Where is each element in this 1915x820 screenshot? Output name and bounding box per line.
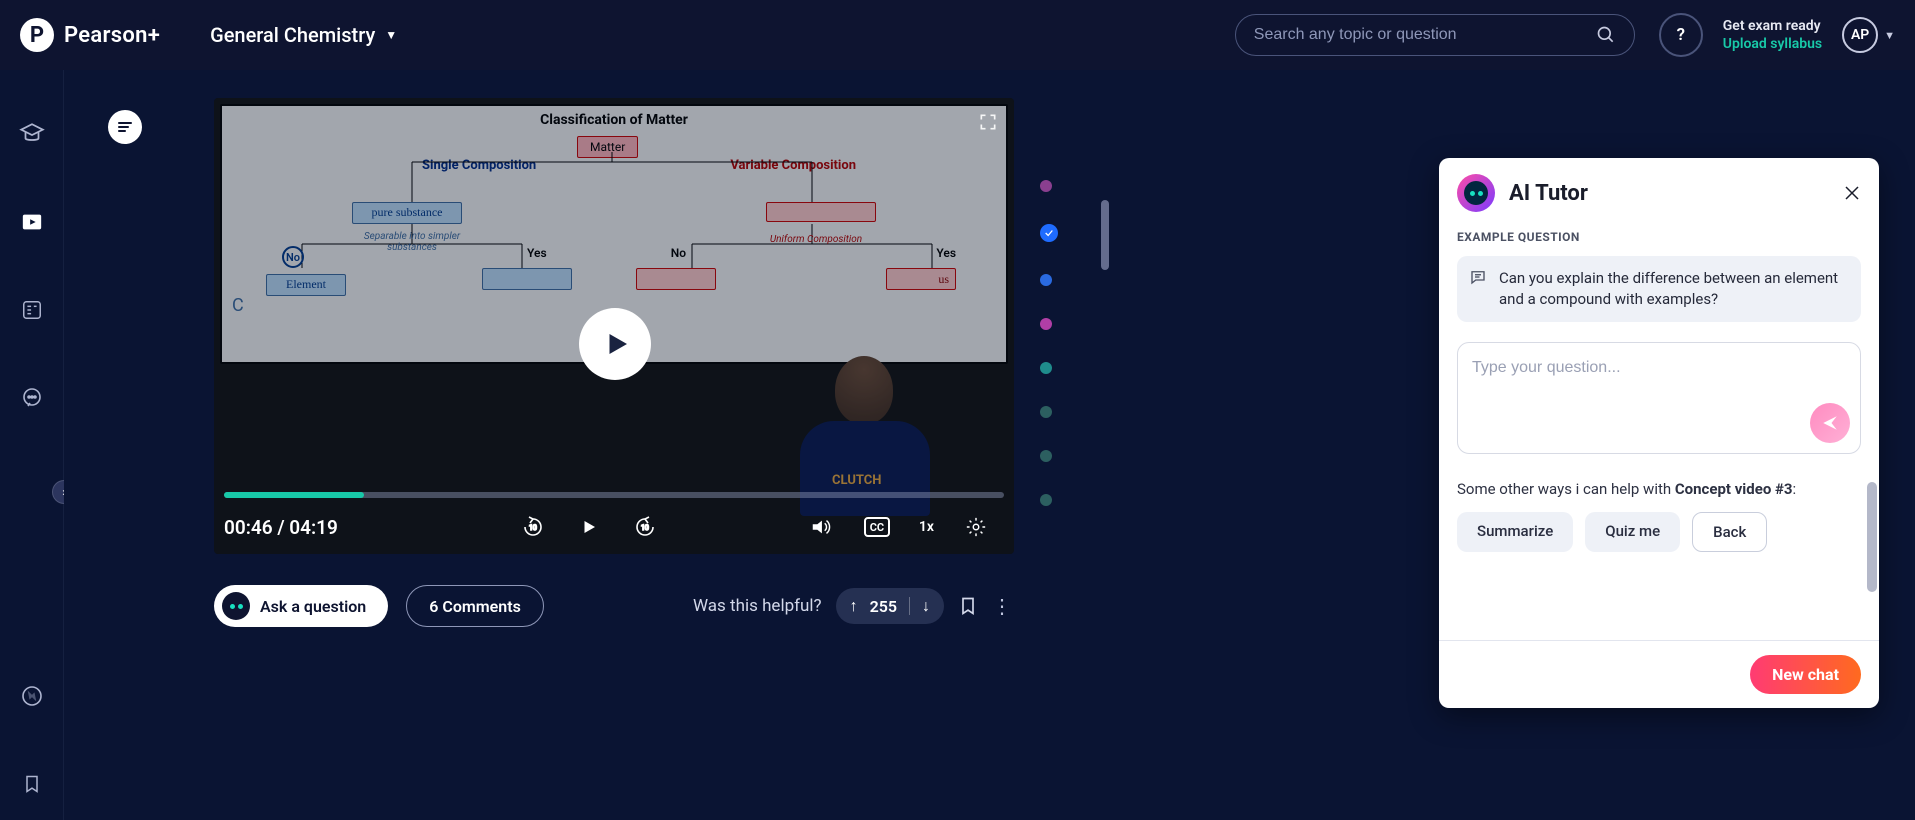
exam-cta: Get exam ready Upload syllabus xyxy=(1723,17,1822,53)
search-bar[interactable] xyxy=(1235,14,1635,56)
example-question-text: Can you explain the difference between a… xyxy=(1499,269,1838,308)
nav-explore-icon[interactable] xyxy=(18,682,46,710)
ai-tutor-panel: AI Tutor EXAMPLE QUESTION Can you explai… xyxy=(1439,158,1879,708)
chip-summarize[interactable]: Summarize xyxy=(1457,512,1573,552)
timeline-dot[interactable] xyxy=(1040,274,1052,286)
rewind-10-button[interactable]: 10 xyxy=(519,513,547,541)
example-question-heading: EXAMPLE QUESTION xyxy=(1457,230,1861,244)
timeline-dot[interactable] xyxy=(1040,406,1052,418)
ask-question-button[interactable]: Ask a question xyxy=(214,585,388,627)
ai-tutor-helpline: Some other ways i can help with Concept … xyxy=(1457,480,1861,498)
video-controls: 00:46 / 04:19 10 10 CC 1x xyxy=(224,512,1004,542)
timeline-dot[interactable] xyxy=(1040,494,1052,506)
chat-bubble-icon xyxy=(1469,268,1487,286)
ai-tutor-scrollbar-thumb[interactable] xyxy=(1867,482,1877,592)
main-content: Classification of Matter Matter Single C… xyxy=(64,70,1915,820)
timeline-dot[interactable] xyxy=(1040,318,1052,330)
more-actions-button[interactable]: ⋮ xyxy=(992,594,1014,618)
ai-tutor-input[interactable] xyxy=(1472,359,1846,377)
timeline-dot-current[interactable] xyxy=(1040,224,1058,242)
brand[interactable]: P Pearson+ xyxy=(20,18,160,52)
helpful-cluster: Was this helpful? ↑ 255 ↓ ⋮ xyxy=(693,588,1014,624)
ai-tutor-body: EXAMPLE QUESTION Can you explain the dif… xyxy=(1439,222,1879,640)
nav-courses-icon[interactable] xyxy=(18,120,46,148)
upvote-button[interactable]: ↑ xyxy=(850,596,858,616)
new-chat-button[interactable]: New chat xyxy=(1750,655,1861,694)
course-selector[interactable]: General Chemistry ▼ xyxy=(210,23,397,47)
cc-icon: CC xyxy=(864,517,890,537)
playback-speed-button[interactable]: 1x xyxy=(919,513,934,541)
vote-count: 255 xyxy=(870,597,897,616)
chevron-down-icon: ▼ xyxy=(385,28,397,42)
menu-icon xyxy=(118,122,132,132)
chip-quiz-me[interactable]: Quiz me xyxy=(1585,512,1680,552)
vote-separator xyxy=(909,597,910,615)
helpful-label: Was this helpful? xyxy=(693,596,822,616)
settings-button[interactable] xyxy=(962,513,990,541)
ai-tutor-header: AI Tutor xyxy=(1439,158,1879,222)
ai-icon xyxy=(222,592,250,620)
play-small-button[interactable] xyxy=(575,513,603,541)
nav-bookmarks-icon[interactable] xyxy=(18,770,46,798)
close-icon xyxy=(1843,184,1861,202)
app-header: P Pearson+ General Chemistry ▼ ? Get exa… xyxy=(0,0,1915,70)
outline-menu-button[interactable] xyxy=(108,110,142,144)
nav-chat-icon[interactable] xyxy=(18,384,46,412)
exam-line1: Get exam ready xyxy=(1723,17,1822,35)
send-button[interactable] xyxy=(1810,403,1850,443)
video-timeline-dots xyxy=(1040,180,1058,506)
search-input[interactable] xyxy=(1254,26,1596,44)
ai-tutor-logo-icon xyxy=(1457,174,1495,212)
ai-tutor-title: AI Tutor xyxy=(1509,181,1843,206)
fullscreen-button[interactable] xyxy=(978,112,998,132)
play-button[interactable] xyxy=(579,308,651,380)
send-icon xyxy=(1821,414,1839,432)
forward-10-button[interactable]: 10 xyxy=(631,513,659,541)
video-progress-track[interactable] xyxy=(224,492,1004,498)
ai-tutor-close-button[interactable] xyxy=(1843,184,1861,202)
nav-video-icon[interactable] xyxy=(18,208,46,236)
volume-button[interactable] xyxy=(807,513,835,541)
video-player: Classification of Matter Matter Single C… xyxy=(214,98,1014,554)
ai-tutor-footer: New chat xyxy=(1439,640,1879,708)
left-nav-rail xyxy=(0,70,64,820)
avatar-menu-chevron-icon[interactable]: ▼ xyxy=(1884,29,1895,42)
check-icon xyxy=(1044,228,1054,238)
captions-button[interactable]: CC xyxy=(863,513,891,541)
content-scrollbar-thumb[interactable] xyxy=(1101,200,1109,270)
bookmark-button[interactable] xyxy=(958,594,978,618)
timeline-dot[interactable] xyxy=(1040,450,1052,462)
svg-text:10: 10 xyxy=(641,524,649,532)
video-actions-bar: Ask a question 6 Comments Was this helpf… xyxy=(214,578,1014,634)
video-progress-fill xyxy=(224,492,364,498)
ai-tutor-suggestions: Summarize Quiz me Back xyxy=(1457,512,1861,552)
example-question-bubble[interactable]: Can you explain the difference between a… xyxy=(1457,256,1861,322)
video-timecode: 00:46 / 04:19 xyxy=(224,516,338,539)
help-button[interactable]: ? xyxy=(1659,13,1703,57)
timeline-dot[interactable] xyxy=(1040,180,1052,192)
brand-text: Pearson+ xyxy=(64,23,160,48)
pearson-logo-icon: P xyxy=(20,18,54,52)
comments-button[interactable]: 6 Comments xyxy=(406,585,544,627)
course-name: General Chemistry xyxy=(210,23,375,47)
chip-back[interactable]: Back xyxy=(1692,512,1767,552)
search-icon xyxy=(1596,25,1616,45)
avatar[interactable]: AP xyxy=(1842,17,1878,53)
ai-tutor-input-box xyxy=(1457,342,1861,454)
ask-question-label: Ask a question xyxy=(260,597,366,616)
nav-practice-icon[interactable] xyxy=(18,296,46,324)
upload-syllabus-link[interactable]: Upload syllabus xyxy=(1723,35,1822,53)
vote-pill: ↑ 255 ↓ xyxy=(836,588,944,624)
svg-text:10: 10 xyxy=(529,524,537,532)
timeline-dot[interactable] xyxy=(1040,362,1052,374)
downvote-button[interactable]: ↓ xyxy=(922,596,930,616)
